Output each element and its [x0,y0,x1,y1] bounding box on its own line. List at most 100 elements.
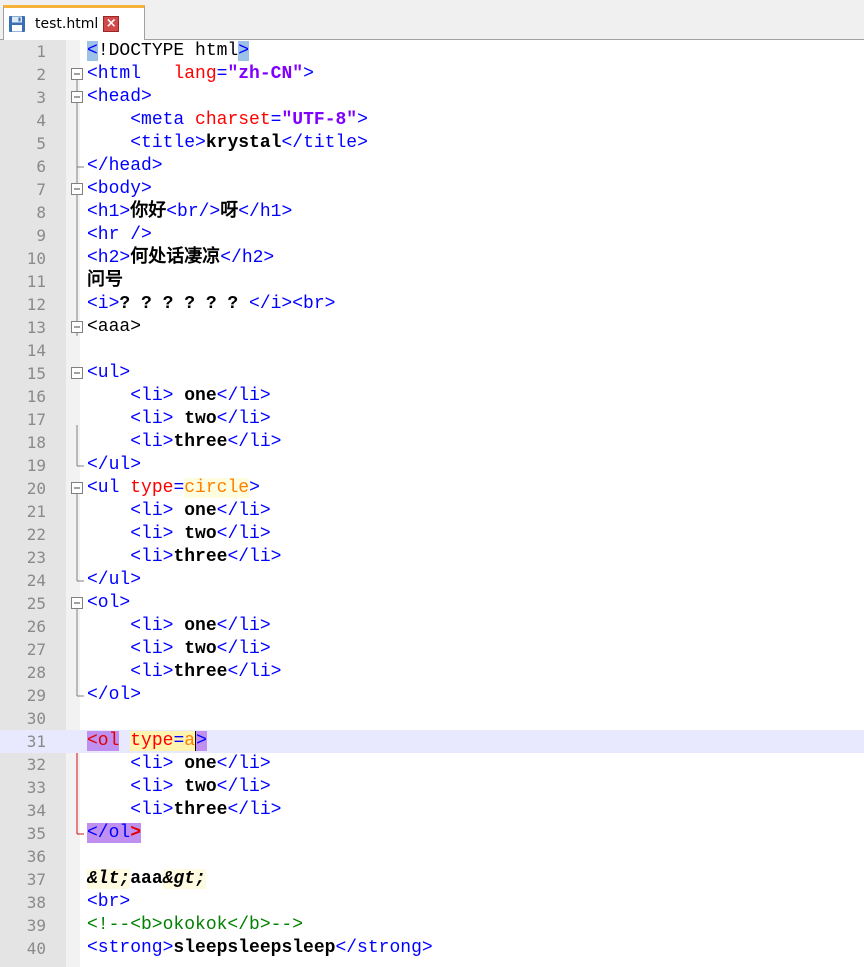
code-line[interactable]: 14 [0,339,864,362]
line-number: 34 [26,801,46,820]
code-line[interactable]: 11 问号 [0,270,864,293]
code-token: </li> [216,409,271,429]
code-token: type [130,478,174,498]
code-line[interactable]: 33 <li> two</li> [0,776,864,799]
line-number: 30 [26,709,46,728]
code-token: </li> [227,662,282,682]
code-line[interactable]: 20 <ul type=circle> [0,477,864,500]
code-line[interactable]: 13 <aaa> [0,316,864,339]
code-token: one [173,501,217,521]
code-line[interactable]: 12 <i>? ? ? ? ? ? </i><br> [0,293,864,316]
code-token: two [173,777,217,797]
code-token: 问号 [87,271,123,291]
code-line[interactable]: 16 <li> one</li> [0,385,864,408]
code-line[interactable]: 36 [0,845,864,868]
line-number: 39 [26,916,46,935]
code-line[interactable]: 22 <li> two</li> [0,523,864,546]
code-line[interactable]: 3 <head> [0,86,864,109]
code-token: <li> [130,432,174,452]
line-number: 26 [26,617,46,636]
code-token: <br/> [166,202,221,222]
code-line[interactable]: 10 <h2>何处话凄凉</h2> [0,247,864,270]
code-token: 呀 [220,202,239,222]
code-line[interactable]: 24 </ul> [0,569,864,592]
line-number: 38 [26,893,46,912]
code-token: </h2> [220,248,275,268]
code-line[interactable]: 21 <li> one</li> [0,500,864,523]
line-number: 9 [36,226,46,245]
code-line[interactable]: 38 <br> [0,891,864,914]
code-token: </li> [227,800,282,820]
code-token: </title> [281,133,368,153]
code-token: = [173,731,185,751]
code-line[interactable]: 23 <li>three</li> [0,546,864,569]
code-token: <li> [130,386,174,406]
code-token: circle [184,478,250,498]
line-number: 11 [26,272,46,291]
code-line[interactable]: 17 <li> two</li> [0,408,864,431]
code-line[interactable]: 6 </head> [0,155,864,178]
close-icon[interactable]: × [103,16,120,32]
code-token: "zh-CN" [227,64,304,84]
code-token: <h2> [87,248,131,268]
code-token: 你好 [130,202,167,222]
code-token: type [130,731,174,751]
code-line[interactable]: 29 </ol> [0,684,864,707]
line-number: 29 [26,686,46,705]
code-line[interactable]: 35 </ol> [0,822,864,845]
code-token: &lt; [87,869,131,889]
code-line[interactable]: 7 <body> [0,178,864,201]
code-editor[interactable]: 1 <!DOCTYPE html> 2 <html lang="zh-CN"> … [0,40,864,967]
line-number: 8 [36,203,46,222]
code-token: lang [173,64,217,84]
code-token: > [238,41,250,61]
code-token: </ul> [87,455,142,475]
code-line[interactable]: 32 <li> one</li> [0,753,864,776]
line-number: 21 [26,502,46,521]
file-tab[interactable]: test.html × [3,5,145,40]
code-token: </li> [216,754,271,774]
code-token: two [173,409,217,429]
code-line[interactable]: 5 <title>krystal</title> [0,132,864,155]
code-line[interactable]: 37 &lt;aaa&gt; [0,868,864,891]
code-line[interactable]: 39 <!--<b>okokok</b>--> [0,914,864,937]
code-token: </li> [216,524,271,544]
code-line[interactable]: 28 <li>three</li> [0,661,864,684]
code-line[interactable]: 25 <ol> [0,592,864,615]
line-number: 37 [26,870,46,889]
code-line[interactable]: 19 </ul> [0,454,864,477]
code-line[interactable]: 9 <hr /> [0,224,864,247]
code-token: three [173,432,228,452]
code-line[interactable]: 40 <strong>sleepsleepsleep</strong> [0,937,864,960]
line-number: 15 [26,364,46,383]
line-number: 14 [26,341,46,360]
code-token: one [173,616,217,636]
code-token: <html [87,64,142,84]
tab-label: test.html [35,16,99,32]
code-line[interactable]: 30 [0,707,864,730]
code-line[interactable]: 18 <li>three</li> [0,431,864,454]
code-token: a [184,731,196,751]
code-token: </li> [227,432,282,452]
code-token: two [173,524,217,544]
code-token: 何处话凄凉 [130,248,221,268]
code-token: > [303,64,314,84]
code-line[interactable]: 8 <h1>你好<br/>呀</h1> [0,201,864,224]
code-line[interactable]: 4 <meta charset="UTF-8"> [0,109,864,132]
code-line[interactable]: 15 <ul> [0,362,864,385]
code-line[interactable]: 34 <li>three</li> [0,799,864,822]
code-line[interactable]: 27 <li> two</li> [0,638,864,661]
code-line-current[interactable]: 31 <ol type=a> [0,730,864,753]
code-line[interactable]: 2 <html lang="zh-CN"> [0,63,864,86]
code-line[interactable]: 1 <!DOCTYPE html> [0,40,864,63]
code-token: &gt; [162,869,206,889]
code-line[interactable]: 26 <li> one</li> [0,615,864,638]
line-number: 16 [26,387,46,406]
